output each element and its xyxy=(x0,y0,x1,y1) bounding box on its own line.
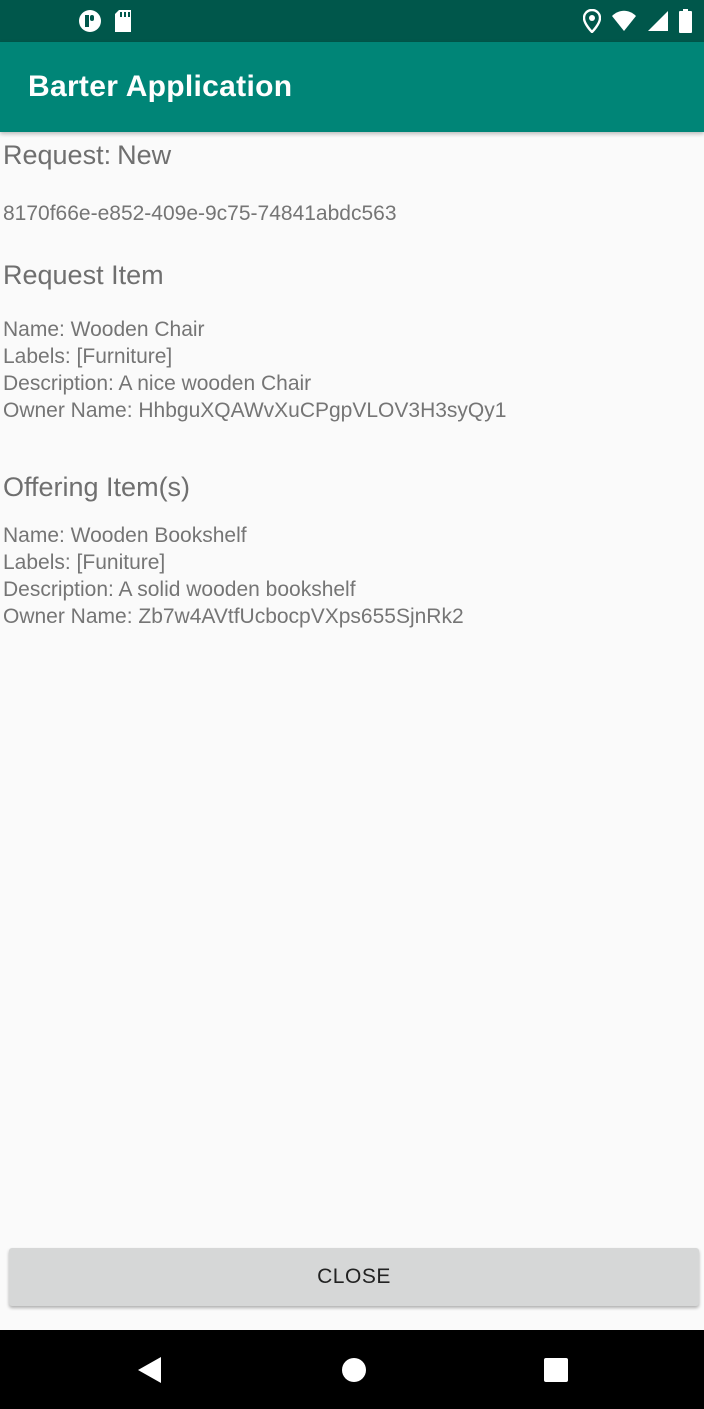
status-bar xyxy=(0,0,704,42)
offering-item-name: Name: Wooden Bookshelf xyxy=(3,524,247,547)
recents-icon[interactable] xyxy=(544,1358,568,1387)
request-item-labels: Labels: [Furniture] xyxy=(3,345,173,368)
app-notification-icon xyxy=(78,9,102,38)
offering-item-details: Name: Wooden Bookshelf Labels: [Funiture… xyxy=(3,522,464,630)
wifi-icon xyxy=(611,10,637,37)
request-item-owner: Owner Name: HhbguXQAWvXuCPgpVLOV3H3syQy1 xyxy=(3,399,507,422)
sd-card-icon xyxy=(114,10,132,37)
close-button[interactable]: CLOSE xyxy=(9,1248,699,1306)
app-title: Barter Application xyxy=(28,70,293,103)
navigation-bar xyxy=(0,1330,704,1409)
back-icon[interactable] xyxy=(137,1356,163,1389)
app-bar: Barter Application xyxy=(0,42,704,132)
request-label: Request: xyxy=(3,140,112,170)
location-icon xyxy=(582,8,602,38)
home-icon[interactable] xyxy=(342,1358,366,1387)
request-item-name: Name: Wooden Chair xyxy=(3,318,205,341)
offering-item-description: Description: A solid wooden bookshelf xyxy=(3,578,356,601)
battery-icon xyxy=(679,9,692,38)
offering-item-heading: Offering Item(s) xyxy=(3,472,191,502)
offering-item-labels: Labels: [Funiture] xyxy=(3,551,166,574)
request-item-heading: Request Item xyxy=(3,260,164,290)
request-status-row: Request: New xyxy=(3,140,171,171)
cell-signal-icon xyxy=(647,10,669,37)
request-item-description: Description: A nice wooden Chair xyxy=(3,372,312,395)
request-status: New xyxy=(117,140,172,170)
request-id: 8170f66e-e852-409e-9c75-74841abdc563 xyxy=(3,202,397,225)
offering-item-owner: Owner Name: Zb7w4AVtfUcbocpVXps655SjnRk2 xyxy=(3,605,464,628)
request-item-details: Name: Wooden Chair Labels: [Furniture] D… xyxy=(3,316,506,424)
